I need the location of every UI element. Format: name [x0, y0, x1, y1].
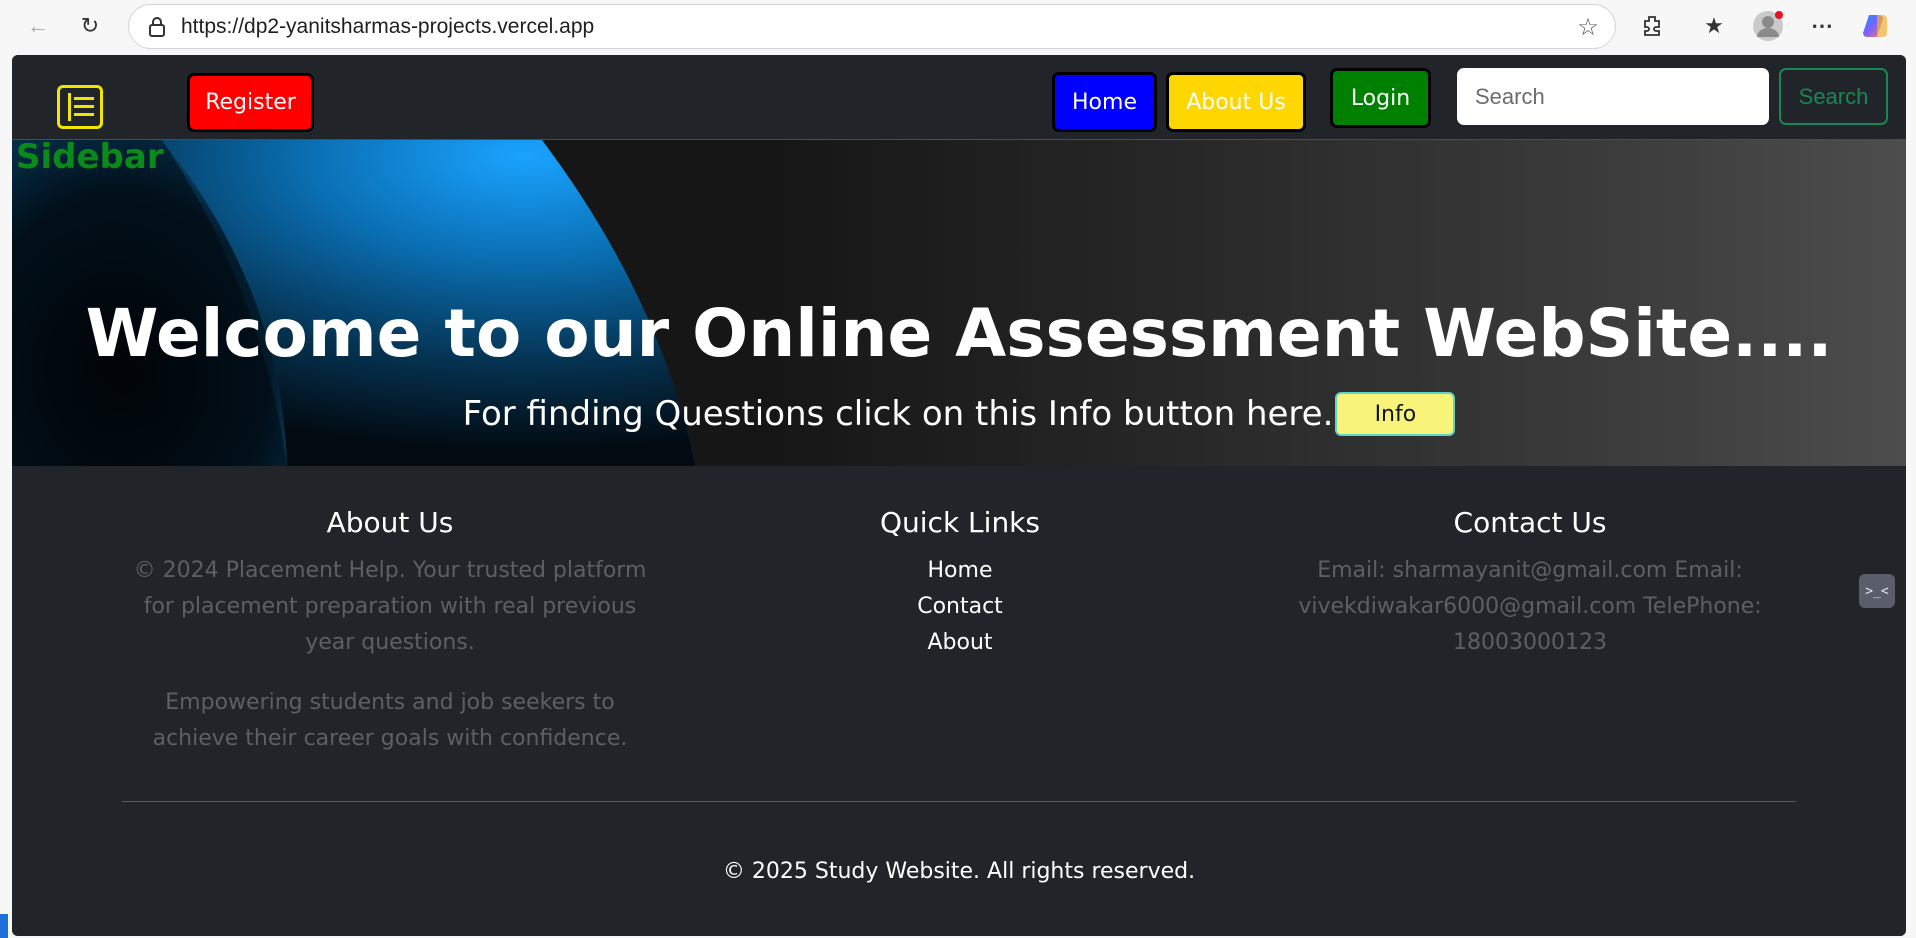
favorites-icon[interactable]: ★: [1696, 8, 1732, 44]
footer-link-home[interactable]: Home: [690, 553, 1230, 589]
url-text: https://dp2-yanitsharmas-projects.vercel…: [181, 14, 595, 38]
footer-links-heading: Quick Links: [879, 506, 1040, 539]
copyright-text: © 2025 Study Website. All rights reserve…: [722, 859, 1196, 884]
more-options-icon[interactable]: ⋯: [1804, 8, 1840, 44]
footer-about-heading: About Us: [326, 506, 454, 539]
navbar: Register Home About Us Login Search: [12, 55, 1906, 140]
about-us-button[interactable]: About Us: [1166, 72, 1306, 132]
search-input[interactable]: [1457, 68, 1769, 125]
hero-banner: Welcome to our Online Assessment WebSite…: [12, 140, 1906, 466]
window-edge-right: [1906, 55, 1916, 938]
hero-subtitle: For finding Questions click on this Info…: [462, 394, 1334, 434]
footer-about-tagline: Empowering students and job seekers to a…: [152, 690, 628, 751]
footer-quick-links: Quick Links Home Contact About: [690, 506, 1230, 661]
register-button[interactable]: Register: [187, 73, 314, 132]
sidebar-label[interactable]: Sidebar: [16, 137, 164, 177]
profile-avatar[interactable]: [1750, 8, 1786, 44]
footer-contact-text: Email: sharmayanit@gmail.com Email: vive…: [1298, 558, 1762, 655]
extensions-icon[interactable]: [1634, 8, 1670, 44]
footer: About Us © 2024 Placement Help. Your tru…: [12, 466, 1906, 936]
footer-contact-section: Contact Us Email: sharmayanit@gmail.com …: [1260, 506, 1800, 661]
footer-contact-heading: Contact Us: [1453, 506, 1607, 539]
footer-about-section: About Us © 2024 Placement Help. Your tru…: [120, 506, 660, 757]
favorite-star-icon[interactable]: ☆: [1573, 12, 1603, 42]
info-button[interactable]: Info: [1335, 392, 1456, 436]
footer-divider: [122, 801, 1796, 802]
browser-toolbar: ← ↻ https://dp2-yanitsharmas-projects.ve…: [0, 0, 1916, 54]
footer-link-contact[interactable]: Contact: [690, 589, 1230, 625]
footer-link-about[interactable]: About: [690, 625, 1230, 661]
home-button[interactable]: Home: [1052, 72, 1157, 132]
lock-icon[interactable]: [143, 13, 171, 41]
sidebar-toggle-icon[interactable]: [57, 85, 103, 129]
window-edge: [0, 55, 12, 938]
address-bar[interactable]: https://dp2-yanitsharmas-projects.vercel…: [128, 4, 1616, 49]
hero-subtitle-row: For finding Questions click on this Info…: [12, 392, 1906, 436]
footer-about-text: © 2024 Placement Help. Your trusted plat…: [133, 558, 647, 655]
back-icon[interactable]: ←: [20, 8, 56, 44]
login-button[interactable]: Login: [1330, 68, 1431, 128]
reload-icon[interactable]: ↻: [72, 8, 108, 44]
hero-title: Welcome to our Online Assessment WebSite…: [85, 295, 1833, 372]
search-button[interactable]: Search: [1779, 68, 1888, 125]
copilot-icon[interactable]: [1858, 8, 1894, 44]
page: Register Home About Us Login Search Side…: [12, 55, 1906, 936]
floating-widget-icon[interactable]: >_<: [1859, 574, 1895, 608]
